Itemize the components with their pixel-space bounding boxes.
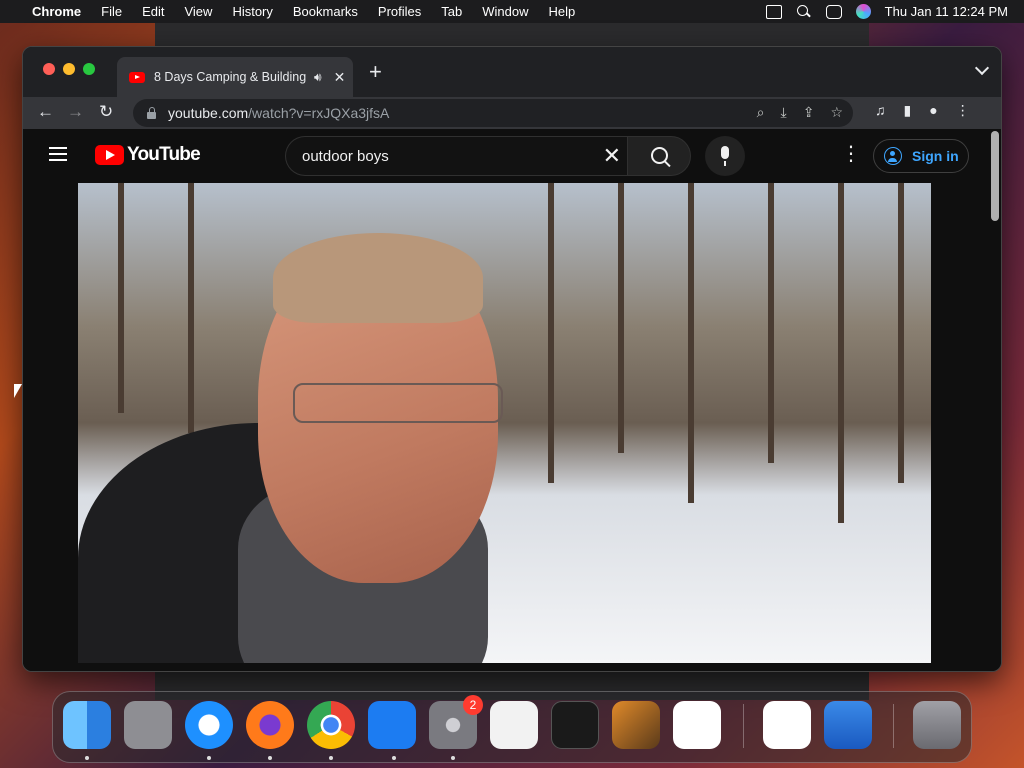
- sign-in-label: Sign in: [912, 148, 959, 164]
- tab-strip: 8 Days Camping & Building 🔊︎ ✕ +: [23, 47, 1001, 97]
- menu-help[interactable]: Help: [549, 4, 576, 19]
- search-box: ✕: [285, 136, 627, 176]
- menu-edit[interactable]: Edit: [142, 4, 164, 19]
- running-indicator: [392, 756, 396, 760]
- install-app-icon[interactable]: ⤓: [781, 104, 787, 121]
- omnibox-actions: ⌕ ⤓ ⇪ ☆: [757, 104, 843, 121]
- youtube-logo-text: YouTube: [127, 144, 201, 165]
- forward-arrow-icon[interactable]: →: [67, 102, 84, 122]
- browser-tab-active[interactable]: 8 Days Camping & Building 🔊︎ ✕: [117, 57, 353, 97]
- running-indicator: [207, 756, 211, 760]
- zoom-magnifier-icon[interactable]: ⌕: [757, 104, 765, 121]
- video-frame-tree: [838, 183, 844, 523]
- chrome-icon[interactable]: [307, 701, 355, 749]
- menu-tab[interactable]: Tab: [441, 4, 462, 19]
- vscode-icon[interactable]: [673, 701, 721, 749]
- account-circle-icon: [884, 147, 902, 165]
- video-frame-person: [78, 223, 503, 663]
- youtube-logo[interactable]: YouTube: [95, 144, 201, 166]
- url-host: youtube.com: [168, 105, 249, 121]
- youtube-header: YouTube ✕ ⋮ Sign in: [23, 129, 1001, 221]
- video-frame-tree: [548, 183, 554, 483]
- control-center-icon[interactable]: [825, 4, 842, 19]
- running-indicator: [329, 756, 333, 760]
- menu-profiles[interactable]: Profiles: [378, 4, 421, 19]
- settings-kebab-icon[interactable]: ⋮: [841, 144, 861, 164]
- reload-icon[interactable]: ↻: [99, 102, 113, 122]
- guide-menu-icon[interactable]: [49, 147, 67, 161]
- video-frame-glasses: [293, 383, 503, 423]
- close-window-button[interactable]: [43, 63, 55, 75]
- app-store-icon[interactable]: [368, 701, 416, 749]
- url-path: /watch?v=rxJQXa3jfsA: [248, 105, 390, 121]
- notification-badge: 2: [463, 695, 483, 715]
- page-scrollbar[interactable]: [991, 131, 999, 221]
- lock-icon[interactable]: [147, 106, 156, 119]
- window-switcher-icon[interactable]: [765, 4, 782, 19]
- close-tab-icon[interactable]: ✕: [334, 69, 346, 86]
- trash-icon[interactable]: [913, 701, 961, 749]
- finder-icon[interactable]: [63, 701, 111, 749]
- menu-view[interactable]: View: [184, 4, 212, 19]
- video-frame-tree: [618, 183, 624, 453]
- video-frame-tree: [898, 183, 904, 483]
- toolbar-actions: ♫ ▮ ● ⋮: [875, 102, 970, 119]
- profile-icon[interactable]: ●: [929, 102, 937, 119]
- bookmark-star-icon[interactable]: ☆: [830, 104, 843, 121]
- menu-app-name[interactable]: Chrome: [32, 4, 81, 19]
- tab-title: 8 Days Camping & Building: [154, 70, 306, 84]
- tab-search-chevron-icon[interactable]: [974, 60, 990, 76]
- back-arrow-icon[interactable]: ←: [37, 102, 54, 122]
- launchpad-icon[interactable]: [124, 701, 172, 749]
- dock: 2: [52, 691, 972, 763]
- youtube-play-logo-icon: [95, 145, 124, 165]
- spotlight-search-icon[interactable]: [796, 4, 812, 19]
- video-frame-hair: [273, 233, 483, 323]
- firefox-icon[interactable]: [246, 701, 294, 749]
- zoom-window-button[interactable]: [83, 63, 95, 75]
- garageband-icon[interactable]: [612, 701, 660, 749]
- safari-icon[interactable]: [185, 701, 233, 749]
- visual-studio-icon[interactable]: [763, 701, 811, 749]
- search-button[interactable]: [627, 136, 691, 176]
- chrome-menu-icon[interactable]: ⋮: [956, 102, 970, 119]
- menu-file[interactable]: File: [101, 4, 122, 19]
- dock-separator: [893, 704, 894, 748]
- video-player[interactable]: [78, 183, 931, 663]
- minimize-window-button[interactable]: [63, 63, 75, 75]
- speaker-icon[interactable]: 🔊︎: [314, 70, 322, 85]
- dock-separator: [743, 704, 744, 748]
- siri-icon[interactable]: [855, 4, 871, 19]
- menu-bookmarks[interactable]: Bookmarks: [293, 4, 358, 19]
- terminal-icon[interactable]: [551, 701, 599, 749]
- sign-in-button[interactable]: Sign in: [873, 139, 969, 173]
- video-frame-tree: [688, 183, 694, 503]
- menu-extras: Thu Jan 11 12:24 PM: [765, 0, 1008, 23]
- address-bar[interactable]: youtube.com/watch?v=rxJQXa3jfsA ⌕ ⤓ ⇪ ☆: [133, 99, 853, 127]
- menu-bar: Chrome File Edit View History Bookmarks …: [0, 0, 1024, 23]
- system-settings-icon[interactable]: 2: [429, 695, 483, 749]
- voice-search-microphone-icon[interactable]: [705, 136, 745, 176]
- media-controls-icon[interactable]: ♫: [875, 102, 886, 119]
- share-icon[interactable]: ⇪: [803, 104, 815, 121]
- weather-icon[interactable]: [824, 701, 872, 749]
- running-indicator: [268, 756, 272, 760]
- youtube-favicon-icon: [129, 71, 145, 83]
- clear-search-icon[interactable]: ✕: [603, 145, 621, 167]
- browser-toolbar: ← → ↻ youtube.com/watch?v=rxJQXa3jfsA ⌕ …: [23, 97, 1001, 129]
- video-frame-tree: [768, 183, 774, 463]
- menu-clock[interactable]: Thu Jan 11 12:24 PM: [885, 4, 1008, 19]
- textedit-icon[interactable]: [490, 701, 538, 749]
- search-input[interactable]: [302, 147, 582, 165]
- running-indicator: [451, 756, 455, 760]
- chrome-window: 8 Days Camping & Building 🔊︎ ✕ + ← → ↻ y…: [22, 46, 1002, 672]
- menu-history[interactable]: History: [232, 4, 272, 19]
- window-controls: [43, 63, 95, 75]
- new-tab-button[interactable]: +: [369, 61, 382, 83]
- menu-window[interactable]: Window: [482, 4, 528, 19]
- mouse-cursor-icon: [14, 384, 22, 398]
- side-panel-icon[interactable]: ▮: [904, 102, 912, 119]
- running-indicator: [85, 756, 89, 760]
- youtube-page: YouTube ✕ ⋮ Sign in: [23, 129, 1001, 671]
